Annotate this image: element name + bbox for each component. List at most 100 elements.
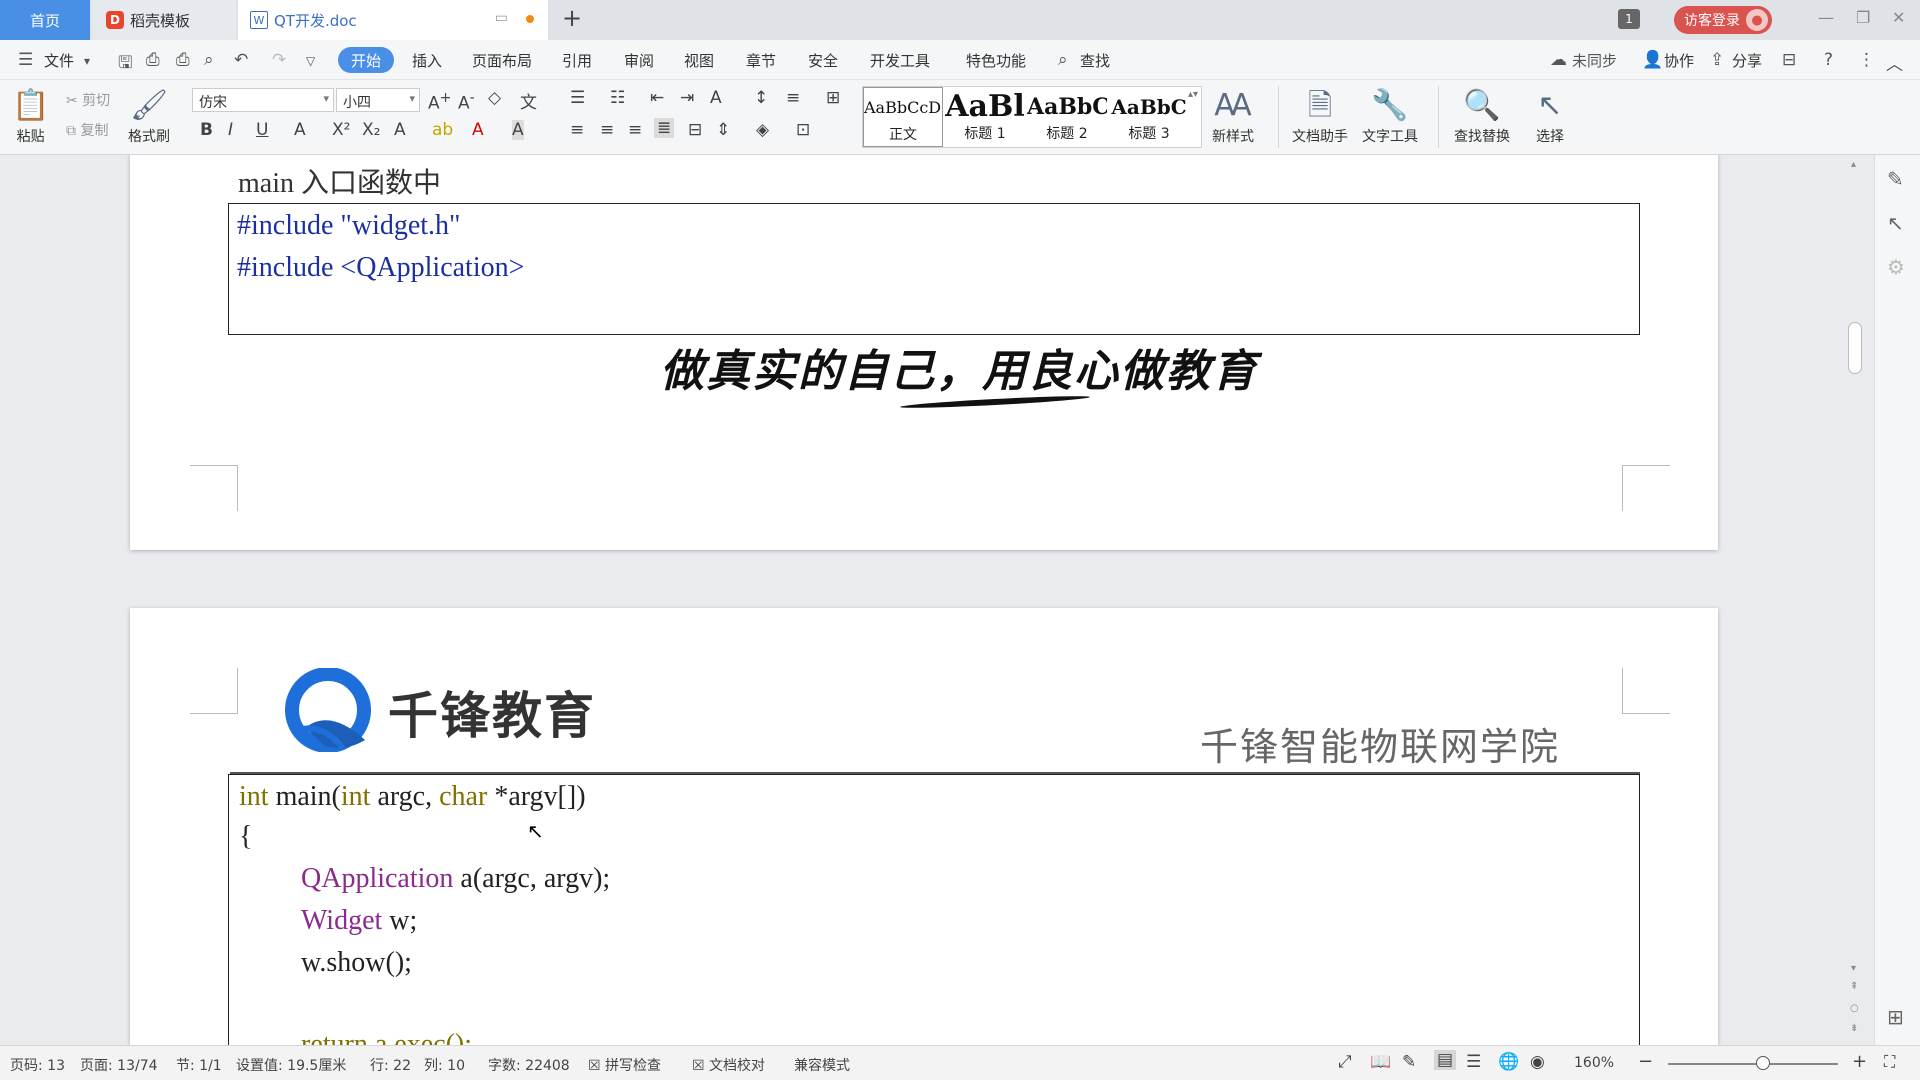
more-icon[interactable]: ⋮ xyxy=(1858,50,1875,70)
scroll-down-icon[interactable]: ▾ xyxy=(1851,963,1856,974)
code-block[interactable]: int main(int argc, char *argv[]) { QAppl… xyxy=(228,774,1640,1045)
borders-icon[interactable]: ⊡ xyxy=(796,120,810,140)
next-page-icon[interactable]: ⇟ xyxy=(1850,1023,1858,1034)
status-word-count[interactable]: 字数: 22408 xyxy=(488,1055,570,1075)
tab-home[interactable]: 首页 xyxy=(0,0,90,40)
italic-icon[interactable]: I xyxy=(228,120,233,140)
menu-insert[interactable]: 插入 xyxy=(412,50,442,71)
new-style-button[interactable]: Ꜳ 新样式 xyxy=(1212,86,1254,146)
paragraph-intro[interactable]: main 入口函数中 xyxy=(238,161,441,201)
shading-icon[interactable]: ◈ xyxy=(756,120,769,140)
adjust-icon[interactable]: ⚙ xyxy=(1887,255,1905,279)
status-col[interactable]: 列: 10 xyxy=(424,1055,465,1075)
line-spacing-icon[interactable]: ⇕ xyxy=(716,120,730,140)
numbered-list-icon[interactable]: ☷ xyxy=(610,88,625,108)
phonetic-icon[interactable]: 文 xyxy=(520,88,537,113)
print-preview-icon[interactable]: ⌕ xyxy=(204,50,214,70)
monitor-icon[interactable]: ▭ xyxy=(495,10,508,26)
style-heading3[interactable]: AaBbC 标题 3 xyxy=(1109,87,1189,147)
grow-font-icon[interactable]: A+ xyxy=(428,90,452,114)
code-block[interactable]: #include "widget.h" #include <QApplicati… xyxy=(228,203,1640,335)
new-tab-plus-icon[interactable]: + xyxy=(562,4,582,32)
text-effect-icon[interactable]: A xyxy=(394,120,406,140)
redo-icon[interactable]: ↷ xyxy=(272,50,286,70)
web-view-icon[interactable]: 🌐 xyxy=(1498,1052,1519,1072)
outline-view-icon[interactable]: ☰ xyxy=(1466,1052,1481,1072)
highlight-icon[interactable]: ab xyxy=(432,120,453,140)
write-mode-icon[interactable]: ✎ xyxy=(1402,1052,1416,1072)
change-case-icon[interactable]: A xyxy=(710,88,722,108)
align-left-icon[interactable]: ≡ xyxy=(570,120,584,140)
strikethrough-icon[interactable]: A xyxy=(294,120,306,140)
bold-icon[interactable]: B xyxy=(200,120,213,140)
status-pages[interactable]: 页面: 13/74 xyxy=(80,1055,158,1075)
style-heading1[interactable]: AaBl 标题 1 xyxy=(945,87,1025,147)
print-icon[interactable]: ⎙ xyxy=(176,50,190,70)
format-painter-button[interactable]: 🖌 格式刷 xyxy=(128,86,170,146)
pen-icon[interactable]: ✎ xyxy=(1887,167,1904,191)
zoom-slider[interactable] xyxy=(1668,1063,1838,1065)
text-tools-button[interactable]: 🔧 文字工具 xyxy=(1362,86,1418,146)
share-icon[interactable]: ⇪ xyxy=(1710,50,1724,70)
bullet-list-icon[interactable]: ☰ xyxy=(570,88,585,108)
menu-review[interactable]: 审阅 xyxy=(624,50,654,71)
subscript-icon[interactable]: X₂ xyxy=(362,120,380,140)
find-replace-button[interactable]: 🔍 查找替换 xyxy=(1454,86,1510,146)
menu-view[interactable]: 视图 xyxy=(684,50,714,71)
restore-icon[interactable]: ❐ xyxy=(1856,8,1870,27)
doc-proof-button[interactable]: ☒ 文档校对 xyxy=(692,1055,765,1075)
status-page-code[interactable]: 页码: 13 xyxy=(10,1055,65,1075)
menu-search[interactable]: 查找 xyxy=(1080,50,1110,71)
paste-button[interactable]: 📋 粘贴 xyxy=(12,86,49,146)
decrease-indent-icon[interactable]: ⇤ xyxy=(650,88,664,108)
menu-references[interactable]: 引用 xyxy=(562,50,592,71)
customize-toolbar-icon[interactable]: ▽ xyxy=(306,54,315,68)
chevron-down-icon[interactable]: ▾ xyxy=(84,54,90,68)
fit-page-icon[interactable]: ⛶ xyxy=(1884,1052,1895,1072)
style-heading2[interactable]: AaBbC 标题 2 xyxy=(1027,87,1107,147)
vertical-scrollbar[interactable]: ▴ ▾ ⇞ ○ ⇟ xyxy=(1846,155,1866,1045)
scroll-up-icon[interactable]: ▴ xyxy=(1851,159,1856,170)
style-scroll-icon[interactable]: ▴▾ xyxy=(1188,89,1198,100)
share-button[interactable]: 分享 xyxy=(1732,50,1762,71)
menu-page-layout[interactable]: 页面布局 xyxy=(472,50,532,71)
justify-icon[interactable]: ≣ xyxy=(654,118,675,138)
mini-toolbar-icon[interactable]: ⊟ xyxy=(1782,50,1796,70)
clear-format-icon[interactable]: ◇ xyxy=(488,88,501,108)
cloud-sync-icon[interactable]: ☁ xyxy=(1550,50,1567,70)
align-center-icon[interactable]: ≡ xyxy=(600,120,614,140)
shrink-font-icon[interactable]: A- xyxy=(458,90,475,114)
select-browse-icon[interactable]: ○ xyxy=(1850,1003,1859,1014)
style-normal[interactable]: AaBbCcDd 正文 xyxy=(863,87,943,147)
document-page[interactable]: main 入口函数中 #include "widget.h" #include … xyxy=(130,155,1718,550)
underline-icon[interactable]: U xyxy=(256,120,268,140)
font-color-icon[interactable]: A xyxy=(472,120,484,140)
zoom-in-icon[interactable]: + xyxy=(1852,1051,1867,1072)
help-icon[interactable]: ? xyxy=(1824,50,1833,70)
output-icon[interactable]: ⎙ xyxy=(146,50,160,70)
zoom-out-icon[interactable]: − xyxy=(1638,1051,1653,1072)
reading-mode-icon[interactable]: 📖 xyxy=(1370,1052,1391,1072)
collapse-ribbon-icon[interactable]: ︿ xyxy=(1886,50,1903,75)
close-icon[interactable]: ✕ xyxy=(1892,8,1905,27)
spell-check-button[interactable]: ☒ 拼写检查 xyxy=(588,1055,661,1075)
menu-chapter[interactable]: 章节 xyxy=(746,50,776,71)
status-setting[interactable]: 设置值: 19.5厘米 xyxy=(236,1055,346,1075)
menu-security[interactable]: 安全 xyxy=(808,50,838,71)
search-icon[interactable]: ⌕ xyxy=(1058,50,1068,70)
distribute-icon[interactable]: ⊟ xyxy=(688,120,702,140)
prev-page-icon[interactable]: ⇞ xyxy=(1850,981,1858,992)
char-shading-icon[interactable]: A xyxy=(512,120,524,140)
cursor-select-icon[interactable]: ↖ xyxy=(1887,211,1904,235)
save-icon[interactable]: 🖫 xyxy=(118,50,132,79)
font-size-select[interactable]: 小四 xyxy=(336,88,420,112)
grid-view-icon[interactable]: ⊞ xyxy=(1887,1005,1904,1029)
font-name-select[interactable]: 仿宋 xyxy=(192,88,334,112)
superscript-icon[interactable]: X² xyxy=(332,120,350,140)
line-numbers-icon[interactable]: ≡ xyxy=(786,88,800,108)
zoom-slider-knob[interactable] xyxy=(1756,1056,1770,1070)
collaborate-icon[interactable]: 👤 xyxy=(1642,50,1663,70)
increase-indent-icon[interactable]: ⇥ xyxy=(680,88,694,108)
collaborate-button[interactable]: 协作 xyxy=(1664,50,1694,71)
doc-assistant-button[interactable]: 🗎 文档助手 xyxy=(1292,86,1348,146)
